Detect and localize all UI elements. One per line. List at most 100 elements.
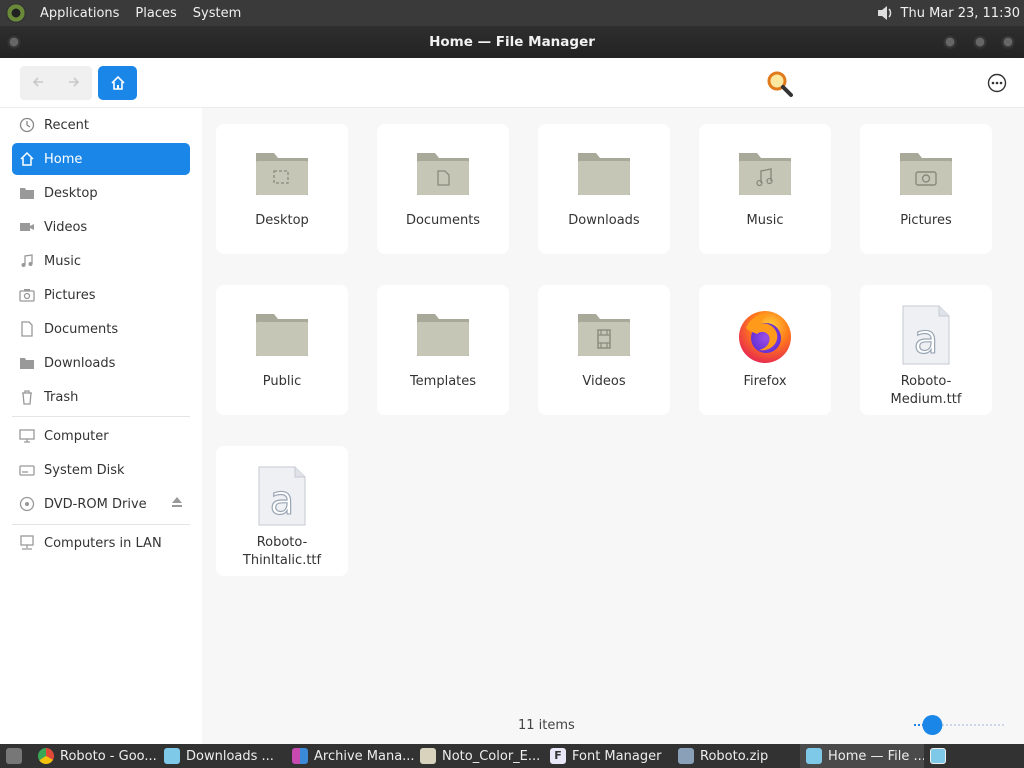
maximize-icon[interactable] [972,34,988,50]
file-item-roboto-thinitalic[interactable]: a Roboto- ThinItalic.ttf [216,446,348,576]
minimize-icon[interactable] [942,34,958,50]
top-panel: Applications Places System Thu Mar 23, 1… [0,0,1024,26]
file-item-desktop[interactable]: Desktop [216,124,348,254]
trash-icon [18,388,36,406]
window-menu-icon[interactable] [6,34,22,50]
file-name: Music [746,213,784,228]
sidebar-item-music[interactable]: Music [12,245,190,277]
sidebar-item-label: Downloads [44,355,116,371]
sidebar-item-trash[interactable]: Trash [12,381,190,413]
sidebar-item-computers-in-lan[interactable]: Computers in LAN [12,527,190,559]
file-manager-icon [806,748,822,764]
sidebar-item-label: Computers in LAN [44,535,162,551]
file-item-documents[interactable]: Documents [377,124,509,254]
computer-icon [18,427,36,445]
sidebar-item-computer[interactable]: Computer [12,420,190,452]
taskbar-item-archive-manager[interactable]: Archive Mana... [286,744,414,768]
sidebar-item-documents[interactable]: Documents [12,313,190,345]
taskbar-item-label: Home — File ... [828,748,924,764]
font-manager-icon: F [550,748,566,764]
zoom-slider-handle[interactable] [922,715,943,735]
eject-icon[interactable] [170,495,184,513]
sidebar-item-downloads[interactable]: Downloads [12,347,190,379]
taskbar-item-font-manager[interactable]: F Font Manager [544,744,672,768]
file-item-pictures[interactable]: Pictures [860,124,992,254]
network-icon [18,534,36,552]
close-icon[interactable] [1000,34,1016,50]
file-name: Desktop [255,213,309,228]
home-icon [110,75,125,90]
file-item-templates[interactable]: Templates [377,285,509,415]
music-icon [18,252,36,270]
sidebar-item-recent[interactable]: Recent [12,109,190,141]
sidebar-item-label: DVD-ROM Drive [44,496,147,512]
taskbar-item-noto-folder[interactable]: Noto_Color_E... [414,744,544,768]
sidebar-item-home[interactable]: Home [12,143,190,175]
workspace-switcher[interactable] [924,744,952,768]
sidebar-item-desktop[interactable]: Desktop [12,177,190,209]
file-item-firefox[interactable]: Firefox [699,285,831,415]
folder-pictures-icon [896,144,956,204]
home-button[interactable] [98,66,137,100]
volume-icon[interactable] [875,4,895,22]
home-icon [18,150,36,168]
file-name: Pictures [900,213,952,228]
folder-icon [18,184,36,202]
file-item-public[interactable]: Public [216,285,348,415]
file-name: Roboto- Medium.ttf [890,374,962,407]
taskbar-item-roboto-zip[interactable]: Roboto.zip [672,744,800,768]
sidebar-item-videos[interactable]: Videos [12,211,190,243]
file-name: Roboto- ThinItalic.ttf [242,535,322,568]
menu-system[interactable]: System [185,6,249,21]
arrow-right-icon [69,76,80,87]
window-titlebar[interactable]: Home — File Manager [0,26,1024,58]
sidebar-item-label: Trash [44,389,79,405]
file-item-music[interactable]: Music [699,124,831,254]
menu-places[interactable]: Places [127,6,184,21]
clock-icon [18,116,36,134]
more-options-button[interactable] [986,72,1008,94]
sidebar-item-label: Home [44,151,83,167]
more-options-icon [987,73,1007,93]
font-file-icon: a [896,305,956,365]
sidebar-item-label: System Disk [44,462,125,478]
menu-applications[interactable]: Applications [32,6,127,21]
search-button[interactable] [764,68,796,100]
chrome-icon [38,748,54,764]
sidebar-item-dvd-rom[interactable]: DVD-ROM Drive [12,488,190,520]
taskbar-item-label: Roboto - Goo... [60,748,157,764]
taskbar-item-browser[interactable]: Roboto - Goo... [32,744,158,768]
camera-icon [18,286,36,304]
forward-button[interactable] [67,74,81,93]
item-count: 11 items [518,718,575,733]
folder-icon [420,748,436,764]
sidebar-item-label: Music [44,253,81,269]
workspace-icon [930,748,946,764]
show-desktop-button[interactable] [0,744,32,768]
sidebar-divider [12,416,190,417]
dvd-icon [18,495,36,513]
sidebar-item-label: Recent [44,117,89,133]
clock[interactable]: Thu Mar 23, 11:30 [901,6,1024,21]
sidebar-item-pictures[interactable]: Pictures [12,279,190,311]
zoom-slider[interactable] [912,714,1008,736]
sidebar-item-system-disk[interactable]: System Disk [12,454,190,486]
file-manager-icon [164,748,180,764]
sidebar-divider [12,524,190,525]
file-name: Firefox [743,374,787,389]
back-button[interactable] [31,74,45,93]
file-item-downloads[interactable]: Downloads [538,124,670,254]
taskbar-item-downloads[interactable]: Downloads ... [158,744,286,768]
file-manager-window: Recent Home Desktop Videos Music Picture… [0,58,1024,744]
distro-logo-icon[interactable] [6,3,26,23]
taskbar-item-home-file-manager[interactable]: Home — File ... [800,744,924,768]
taskbar-item-label: Roboto.zip [700,748,769,764]
file-name: Public [262,374,302,389]
sidebar-item-label: Computer [44,428,109,444]
disk-icon [18,461,36,479]
folder-icon [18,354,36,372]
file-item-videos[interactable]: Videos [538,285,670,415]
file-item-roboto-medium[interactable]: a Roboto- Medium.ttf [860,285,992,415]
search-icon [767,71,793,97]
archive-manager-icon [292,748,308,764]
